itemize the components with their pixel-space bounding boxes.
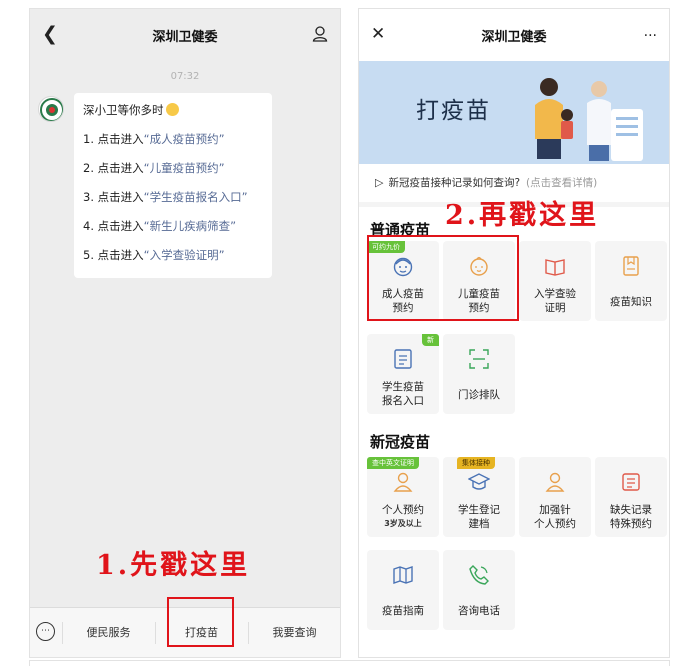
tile-booster-booking[interactable]: 加强针 个人预约	[519, 457, 591, 537]
child-vaccine-link[interactable]: “儿童疫苗预约”	[144, 161, 225, 175]
person-icon	[545, 472, 565, 492]
link-prefix: 1. 点击进入	[83, 132, 144, 146]
tile-vaccine-knowledge[interactable]: 疫苗知识	[595, 241, 667, 321]
tile-label-line: 门诊排队	[458, 389, 500, 401]
adult-vaccine-link[interactable]: “成人疫苗预约”	[144, 132, 225, 146]
tile-clinic-queue[interactable]: 门诊排队	[443, 334, 515, 414]
tile-label-line: 建档	[468, 518, 490, 530]
smile-emoji-icon	[165, 103, 179, 116]
message-timestamp: 07:32	[170, 71, 200, 82]
tile-label: 学生疫苗 报名入口	[367, 380, 439, 408]
tile-label-line: 报名入口	[382, 395, 424, 407]
greeting-line: 深小卫等你多时	[83, 101, 272, 125]
vaccination-illustration-icon	[535, 78, 643, 161]
tile-label: 疫苗知识	[595, 295, 667, 309]
tile-label-line: 缺失记录	[610, 504, 652, 516]
tile-label: 入学查验 证明	[519, 287, 591, 315]
graduation-cap-icon	[468, 473, 490, 490]
tile-label-line: 特殊预约	[610, 518, 652, 530]
tile-label-line: 入学查验	[534, 288, 576, 300]
tile-label-line: 个人预约	[382, 504, 424, 516]
map-icon	[393, 566, 413, 584]
highlight-box-vaccination	[167, 597, 234, 647]
tile-student-vaccine[interactable]: 新 学生疫苗报名入口	[367, 334, 439, 414]
phone-icon	[469, 565, 489, 585]
page-header: ✕ 深圳卫健委 ···	[359, 9, 669, 61]
tile-label: 咨询电话	[443, 604, 515, 618]
tile-personal-booking[interactable]: 查中英文证明 个人预约 3岁及以上	[367, 457, 439, 537]
speaker-icon: ▷	[375, 176, 384, 189]
book-icon	[545, 259, 565, 276]
bottom-frame-edge	[29, 660, 670, 666]
menu-link-line[interactable]: 5. 点击进入“入学查验证明”	[83, 241, 272, 270]
certificate-badge: 查中英文证明	[367, 457, 419, 469]
tile-label: 学生登记 建档	[443, 503, 515, 531]
record-icon	[622, 473, 640, 491]
chat-title: 深圳卫健委	[152, 29, 218, 45]
tile-sub-label: 3岁及以上	[384, 519, 422, 528]
tile-label-line: 个人预约	[534, 518, 576, 530]
tile-missing-record[interactable]: 缺失记录 特殊预约	[595, 457, 667, 537]
vaccine-banner: 打疫苗	[359, 61, 669, 164]
link-prefix: 5. 点击进入	[83, 248, 144, 262]
tile-consult-hotline[interactable]: 咨询电话	[443, 550, 515, 630]
section-title-covid: 新冠疫苗	[370, 433, 431, 451]
keyboard-icon[interactable]: ⋯	[36, 622, 55, 641]
more-options-icon[interactable]: ···	[644, 27, 657, 45]
notice-text: 新冠疫苗接种记录如何查询?	[388, 177, 521, 189]
menu-link-line[interactable]: 4. 点击进入“新生儿疾病筛查”	[83, 212, 272, 241]
profile-icon[interactable]	[312, 25, 328, 46]
student-vaccine-link[interactable]: “学生疫苗报名入口”	[144, 190, 248, 204]
page-title: 深圳卫健委	[481, 29, 547, 45]
tile-label: 缺失记录 特殊预约	[595, 503, 667, 531]
tile-label: 加强针 个人预约	[519, 503, 591, 531]
tile-label: 个人预约 3岁及以上	[367, 503, 439, 531]
greeting-text: 深小卫等你多时	[83, 103, 164, 117]
tile-label-line: 咨询电话	[458, 605, 500, 617]
annotation-step-1: 1.先戳这里	[96, 550, 251, 581]
school-certificate-link[interactable]: “入学查验证明”	[144, 248, 225, 262]
link-prefix: 2. 点击进入	[83, 161, 144, 175]
vaccine-page-screen: ✕ 深圳卫健委 ··· 打疫苗 ▷ 新冠疫苗接种记录如何查询? (点击查看详情) 普…	[358, 8, 670, 658]
screenshot-stage: ❮ 深圳卫健委 07:32 深小卫等你多时 1. 点击进入“成人疫苗预约” 2.…	[0, 0, 700, 666]
tile-label: 门诊排队	[443, 388, 515, 402]
tile-label: 疫苗指南	[367, 604, 439, 618]
new-badge: 新	[422, 334, 439, 346]
form-icon	[394, 349, 412, 369]
official-account-avatar[interactable]	[38, 96, 64, 122]
message-bubble: 深小卫等你多时 1. 点击进入“成人疫苗预约” 2. 点击进入“儿童疫苗预约” …	[74, 93, 272, 278]
menu-link-line[interactable]: 1. 点击进入“成人疫苗预约”	[83, 125, 272, 154]
menu-link-line[interactable]: 3. 点击进入“学生疫苗报名入口”	[83, 183, 272, 212]
tile-label-line: 疫苗知识	[610, 296, 652, 308]
tile-vaccine-guide[interactable]: 疫苗指南	[367, 550, 439, 630]
scan-icon	[469, 349, 489, 369]
chat-header: ❮ 深圳卫健委	[30, 9, 340, 61]
annotation-step-2: 2.再戳这里	[445, 200, 600, 231]
menu-link-line[interactable]: 2. 点击进入“儿童疫苗预约”	[83, 154, 272, 183]
notice-hint: (点击查看详情)	[526, 177, 598, 189]
banner-title: 打疫苗	[416, 98, 491, 124]
tile-label-line: 学生登记	[458, 504, 500, 516]
tile-school-certificate[interactable]: 入学查验 证明	[519, 241, 591, 321]
tile-label-line: 证明	[544, 302, 566, 314]
close-icon[interactable]: ✕	[371, 24, 385, 44]
tile-label-line: 疫苗指南	[382, 605, 424, 617]
chat-screen: ❮ 深圳卫健委 07:32 深小卫等你多时 1. 点击进入“成人疫苗预约” 2.…	[29, 8, 341, 658]
person-icon	[393, 472, 413, 492]
link-prefix: 3. 点击进入	[83, 190, 144, 204]
knowledge-doc-icon	[623, 256, 639, 276]
group-vaccination-badge: 集体接种	[457, 457, 495, 469]
tile-label-line: 加强针	[539, 504, 571, 516]
newborn-screening-link[interactable]: “新生儿疾病筛查”	[144, 219, 236, 233]
menu-services[interactable]: 便民服务	[62, 608, 155, 657]
link-prefix: 4. 点击进入	[83, 219, 144, 233]
tile-student-registration[interactable]: 集体接种 学生登记建档	[443, 457, 515, 537]
menu-inquiry[interactable]: 我要查询	[248, 608, 340, 657]
highlight-box-vaccine-booking	[367, 235, 519, 321]
back-icon[interactable]: ❮	[42, 24, 58, 44]
tile-label-line: 学生疫苗	[382, 381, 424, 393]
